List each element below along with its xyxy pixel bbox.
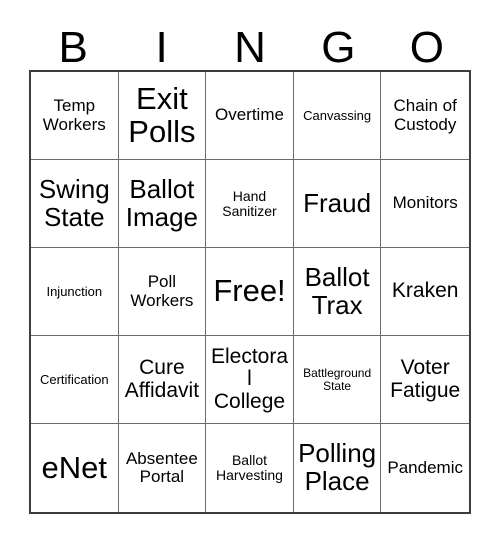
bingo-cell[interactable]: Absentee Portal	[118, 424, 207, 512]
bingo-cell-label: Polling Place	[298, 438, 377, 496]
bingo-cell-label: Ballot Trax	[304, 261, 370, 320]
header-letter-o: O	[409, 23, 444, 72]
bingo-cell-label: Cure Affidavit	[124, 356, 200, 402]
bingo-cell-label: Overtime	[215, 105, 284, 125]
bingo-cell[interactable]: Exit Polls	[118, 72, 207, 160]
bingo-cell-label: Absentee Portal	[125, 448, 198, 486]
bingo-cell-label: Ballot Harvesting	[216, 452, 283, 483]
bingo-cell[interactable]: Poll Workers	[118, 248, 207, 336]
header-letter-b: B	[58, 23, 88, 72]
bingo-cell-label: Chain of Custody	[393, 96, 457, 134]
bingo-cell-label: Swing State	[38, 173, 110, 232]
bingo-cell-label: Poll Workers	[130, 272, 194, 310]
bingo-cell[interactable]: Ballot Image	[118, 160, 207, 248]
bingo-cell[interactable]: Injunction	[31, 248, 119, 336]
bingo-cell-label: eNet	[41, 449, 108, 485]
header-letter-g: G	[321, 23, 356, 72]
bingo-cell[interactable]: Monitors	[381, 160, 469, 248]
bingo-cell[interactable]: Chain of Custody	[381, 72, 469, 160]
header-letter-i: I	[155, 23, 168, 72]
bingo-cell-label: Fraud	[303, 187, 372, 218]
bingo-cell-label: Monitors	[392, 193, 458, 213]
bingo-cell-label: Kraken	[391, 279, 459, 303]
bingo-cell-label: Canvassing	[303, 107, 372, 123]
bingo-cell[interactable]: Electoral College	[206, 336, 294, 424]
bingo-cell[interactable]: Fraud	[293, 160, 382, 248]
bingo-cell[interactable]: eNet	[31, 424, 119, 512]
bingo-cell[interactable]: Pandemic	[381, 424, 469, 512]
bingo-cell-label: Free!	[213, 273, 286, 309]
bingo-cell-free-space[interactable]: Free!	[206, 248, 294, 336]
bingo-cell-label: Injunction	[46, 283, 103, 299]
bingo-cell-label: Battleground State	[303, 365, 372, 393]
bingo-cell-label: Exit Polls	[128, 80, 196, 149]
bingo-cell-label: Hand Sanitizer	[222, 187, 277, 219]
bingo-cell[interactable]: Overtime	[206, 72, 294, 160]
bingo-cell[interactable]: Hand Sanitizer	[206, 160, 294, 248]
bingo-cell[interactable]: Temp Workers	[31, 72, 119, 160]
bingo-cell[interactable]: Cure Affidavit	[118, 336, 207, 424]
bingo-cell-label: Certification	[39, 371, 109, 387]
bingo-cell[interactable]: Voter Fatigue	[381, 336, 469, 424]
bingo-card: B I N G O Temp Workers Exit Polls Overtime Ca…	[0, 0, 500, 544]
bingo-cell-label: Pandemic	[387, 457, 463, 477]
bingo-cell[interactable]: Polling Place	[293, 424, 382, 512]
header-letter-n: N	[234, 23, 266, 72]
bingo-cell[interactable]: Swing State	[31, 160, 119, 248]
bingo-cell[interactable]: Kraken	[381, 248, 469, 336]
bingo-grid: Temp Workers Exit Polls Overtime Canvassing Ch…	[29, 70, 471, 514]
bingo-cell-label: Temp Workers	[42, 96, 106, 134]
bingo-cell-label: Voter Fatigue	[390, 356, 461, 402]
bingo-cell[interactable]: Ballot Trax	[293, 248, 382, 336]
bingo-cell[interactable]: Canvassing	[293, 72, 382, 160]
bingo-cell-label: Ballot Image	[125, 173, 199, 232]
bingo-header-row: B I N G O	[29, 14, 471, 70]
bingo-cell[interactable]: Battleground State	[293, 336, 382, 424]
bingo-cell-label: Electoral College	[210, 345, 289, 413]
bingo-cell[interactable]: Ballot Harvesting	[206, 424, 294, 512]
bingo-cell[interactable]: Certification	[31, 336, 119, 424]
